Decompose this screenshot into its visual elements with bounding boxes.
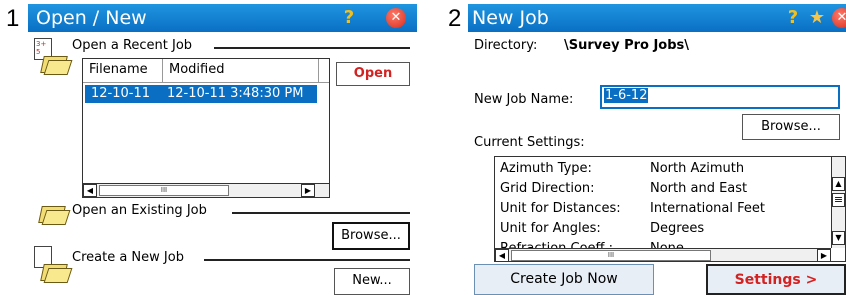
vertical-scrollbar[interactable]: ▲ ≡ ▼ <box>831 157 845 248</box>
recent-jobs-list[interactable]: Filename Modified 12-10-11 12-10-11 3:48… <box>82 58 330 198</box>
create-job-now-button[interactable]: Create Job Now <box>474 264 654 295</box>
close-icon[interactable]: ✕ <box>832 8 846 28</box>
scroll-thumb[interactable]: III <box>511 250 711 261</box>
column-header-modified[interactable]: Modified <box>163 59 319 83</box>
open-button[interactable]: Open <box>336 62 410 86</box>
section-divider <box>232 212 410 214</box>
table-row[interactable]: 12-10-11 12-10-11 3:48:30 PM <box>85 85 317 103</box>
step-number-1: 1 <box>6 5 20 32</box>
existing-section-label: Open an Existing Job <box>72 203 207 218</box>
section-divider <box>204 259 410 261</box>
job-name-value: 1-6-12 <box>604 88 649 103</box>
setting-value: International Feet <box>650 201 765 216</box>
directory-value: \Survey Pro Jobs\ <box>564 38 690 53</box>
window-title: Open / New <box>36 7 147 29</box>
settings-button[interactable]: Settings > <box>706 264 846 295</box>
star-icon[interactable]: ★ <box>806 7 828 29</box>
setting-key: Unit for Distances: <box>500 201 621 216</box>
horizontal-scrollbar[interactable]: ◀ III ▶ <box>83 183 329 197</box>
setting-key: Unit for Angles: <box>500 221 601 236</box>
job-name-label: New Job Name: <box>474 92 574 107</box>
setting-key: Azimuth Type: <box>500 161 592 176</box>
close-icon[interactable]: ✕ <box>386 8 406 28</box>
open-new-screen: Open / New ? ✕ 3+ 5 Open a Recent Job Fi… <box>28 0 417 295</box>
scroll-grip-icon[interactable]: ≡ <box>832 193 845 207</box>
step-number-2: 2 <box>448 5 462 32</box>
section-divider <box>214 47 410 49</box>
row-filename: 12-10-11 <box>91 86 151 101</box>
title-bar: New Job ? ★ ✕ <box>468 4 846 32</box>
scroll-right-icon[interactable]: ▶ <box>301 184 315 197</box>
current-settings-label: Current Settings: <box>474 135 585 150</box>
row-modified: 12-10-11 3:48:30 PM <box>167 86 304 101</box>
new-section-label: Create a New Job <box>72 250 184 265</box>
horizontal-scrollbar[interactable]: ◀ III ▶ <box>495 248 831 261</box>
column-header-filename[interactable]: Filename <box>83 59 163 83</box>
folder-icon <box>40 258 73 284</box>
recent-section-label: Open a Recent Job <box>72 38 193 53</box>
scroll-right-icon[interactable]: ▶ <box>817 249 831 261</box>
browse-button[interactable]: Browse... <box>742 114 840 140</box>
help-icon[interactable]: ? <box>782 7 804 29</box>
setting-value: Degrees <box>650 221 705 236</box>
help-icon[interactable]: ? <box>338 7 360 29</box>
title-bar: Open / New ? ✕ <box>28 4 417 32</box>
scroll-left-icon[interactable]: ◀ <box>495 249 509 261</box>
setting-key: Grid Direction: <box>500 181 595 196</box>
browse-button[interactable]: Browse... <box>332 222 410 250</box>
scroll-down-icon[interactable]: ▼ <box>832 231 845 245</box>
settings-list[interactable]: Azimuth Type: North Azimuth Grid Directi… <box>494 156 846 262</box>
list-header: Filename Modified <box>83 59 329 83</box>
scroll-left-icon[interactable]: ◀ <box>83 184 97 197</box>
scroll-up-icon[interactable]: ▲ <box>832 177 845 191</box>
directory-label: Directory: <box>474 38 538 53</box>
setting-value: North Azimuth <box>650 161 745 176</box>
folder-icon <box>40 50 73 76</box>
job-name-input[interactable]: 1-6-12 <box>600 85 840 109</box>
scroll-thumb[interactable]: III <box>99 185 229 196</box>
folder-icon <box>38 200 71 226</box>
window-title: New Job <box>472 7 549 29</box>
setting-value: North and East <box>650 181 748 196</box>
new-button[interactable]: New... <box>334 268 410 295</box>
new-job-screen: New Job ? ★ ✕ Directory: \Survey Pro Job… <box>468 0 846 295</box>
